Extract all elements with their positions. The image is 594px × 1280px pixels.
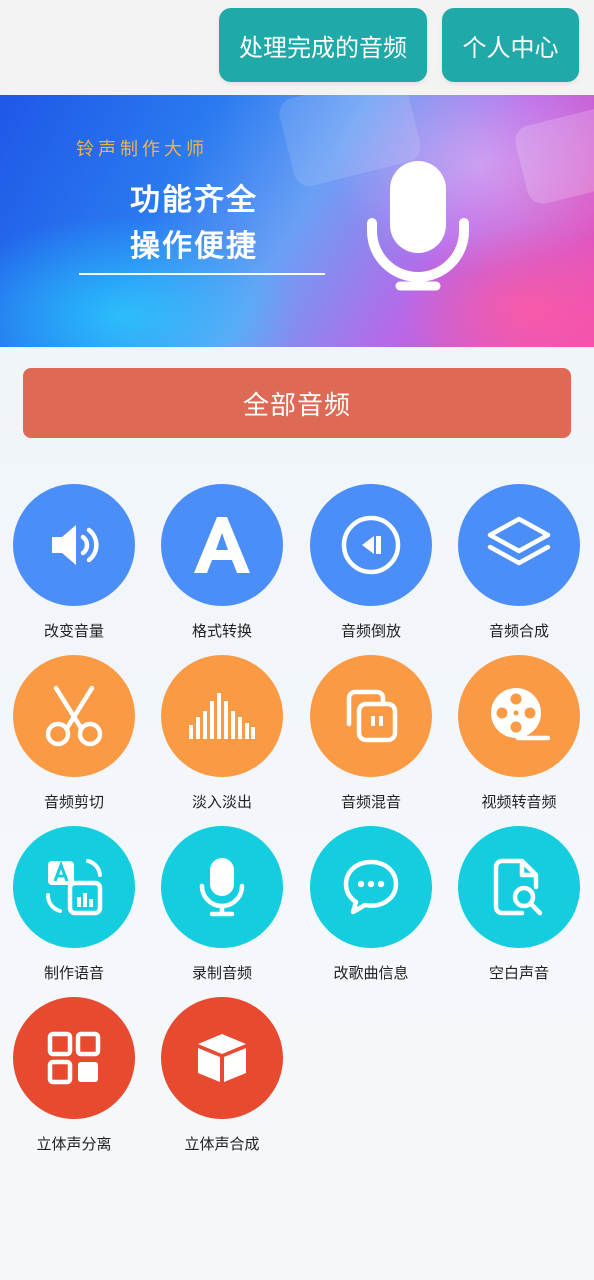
feature-fade[interactable]: 淡入淡出 bbox=[148, 655, 296, 815]
feature-label: 改变音量 bbox=[43, 622, 104, 640]
letter-a-icon bbox=[194, 517, 250, 573]
feature-circle[interactable] bbox=[458, 655, 580, 777]
feature-label: 音频倒放 bbox=[340, 622, 401, 640]
feature-label: 录制音频 bbox=[191, 964, 252, 982]
feature-circle[interactable] bbox=[310, 484, 432, 606]
banner-headline-2: 操作便捷 bbox=[130, 229, 258, 264]
feature-audio-merge[interactable]: 音频合成 bbox=[445, 484, 593, 644]
feature-audio-cut[interactable]: 音频剪切 bbox=[0, 655, 148, 815]
feature-reverse-audio[interactable]: 音频倒放 bbox=[297, 484, 445, 644]
feature-blank-sound[interactable]: 空白声音 bbox=[445, 826, 593, 986]
file-search-icon bbox=[493, 858, 543, 916]
feature-circle[interactable] bbox=[13, 655, 135, 777]
feature-circle[interactable] bbox=[161, 655, 283, 777]
mix-icon bbox=[346, 689, 398, 743]
chat-bubble-icon bbox=[343, 859, 399, 915]
banner-tag: 铃声制作大师 bbox=[76, 139, 208, 160]
feature-format-convert[interactable]: 格式转换 bbox=[148, 484, 296, 644]
top-bar: 处理完成的音频 个人中心 bbox=[0, 0, 594, 95]
microphone-icon bbox=[199, 858, 245, 917]
feature-label: 立体声合成 bbox=[184, 1135, 260, 1153]
waveform-icon bbox=[189, 693, 255, 739]
feature-circle[interactable] bbox=[13, 826, 135, 948]
banner-headline-1: 功能齐全 bbox=[130, 183, 258, 218]
feature-circle[interactable] bbox=[161, 484, 283, 606]
feature-label: 视频转音频 bbox=[481, 793, 557, 811]
grid-icon bbox=[47, 1031, 101, 1085]
feature-circle[interactable] bbox=[161, 997, 283, 1119]
feature-label: 立体声分离 bbox=[36, 1135, 112, 1153]
profile-button[interactable]: 个人中心 bbox=[442, 8, 579, 82]
feature-record-audio[interactable]: 录制音频 bbox=[148, 826, 296, 986]
feature-label: 格式转换 bbox=[191, 622, 252, 640]
feature-video-to-audio[interactable]: 视频转音频 bbox=[445, 655, 593, 815]
volume-icon bbox=[52, 525, 99, 565]
layers-icon bbox=[487, 516, 551, 566]
feature-edit-song-info[interactable]: 改歌曲信息 bbox=[297, 826, 445, 986]
film-reel-icon bbox=[491, 688, 550, 741]
feature-stereo-split[interactable]: 立体声分离 bbox=[0, 997, 148, 1157]
processed-audio-button[interactable]: 处理完成的音频 bbox=[219, 8, 427, 82]
feature-change-volume[interactable]: 改变音量 bbox=[0, 484, 148, 644]
feature-label: 淡入淡出 bbox=[191, 793, 252, 811]
cube-icon bbox=[198, 1034, 246, 1082]
promo-banner[interactable]: 铃声制作大师 功能齐全 操作便捷 bbox=[0, 95, 594, 347]
scissors-icon bbox=[45, 685, 103, 747]
feature-make-voice[interactable]: 制作语音 bbox=[0, 826, 148, 986]
feature-label: 音频混音 bbox=[340, 793, 401, 811]
feature-circle[interactable] bbox=[13, 997, 135, 1119]
feature-circle[interactable] bbox=[458, 484, 580, 606]
feature-label: 空白声音 bbox=[488, 964, 549, 982]
feature-circle[interactable] bbox=[458, 826, 580, 948]
feature-audio-mix[interactable]: 音频混音 bbox=[297, 655, 445, 815]
feature-label: 音频剪切 bbox=[43, 793, 104, 811]
feature-label: 音频合成 bbox=[488, 622, 549, 640]
feature-circle[interactable] bbox=[13, 484, 135, 606]
feature-stereo-merge[interactable]: 立体声合成 bbox=[148, 997, 296, 1157]
feature-label: 制作语音 bbox=[43, 964, 104, 982]
feature-circle[interactable] bbox=[161, 826, 283, 948]
all-audio-button[interactable]: 全部音频 bbox=[23, 368, 571, 438]
feature-circle[interactable] bbox=[310, 826, 432, 948]
banner-divider bbox=[79, 273, 325, 275]
text-to-speech-icon bbox=[46, 859, 103, 916]
feature-label: 改歌曲信息 bbox=[333, 964, 409, 982]
rewind-icon bbox=[341, 515, 401, 575]
microphone-icon bbox=[367, 161, 469, 291]
feature-circle[interactable] bbox=[310, 655, 432, 777]
